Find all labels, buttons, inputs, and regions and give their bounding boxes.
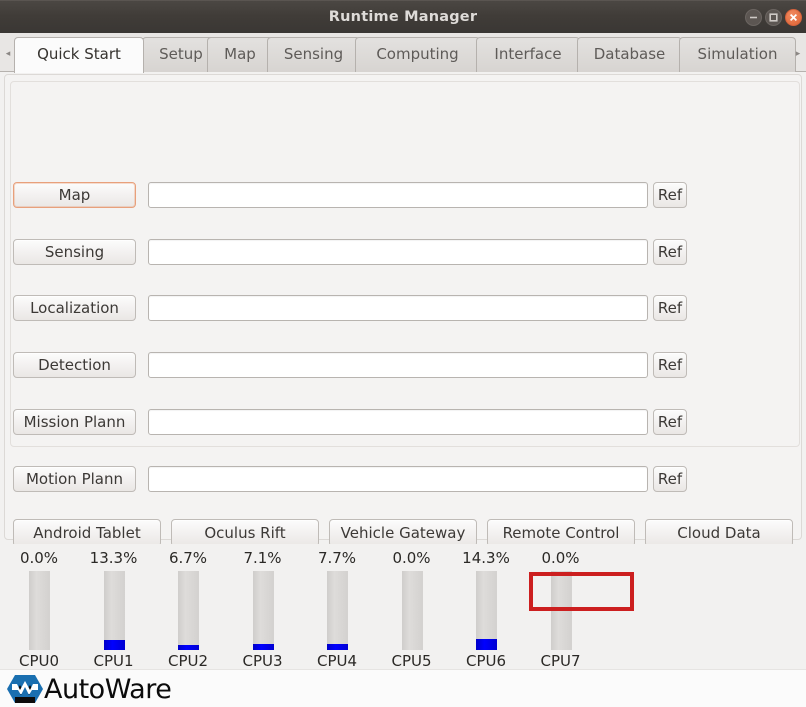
device-button-remote-control[interactable]: Remote Control	[487, 519, 635, 547]
autoware-logo-icon	[6, 673, 44, 707]
device-button-cloud-data[interactable]: Cloud Data	[645, 519, 793, 547]
autoware-logo-text: AutoWare	[44, 674, 172, 705]
tab-database[interactable]: Database	[577, 37, 682, 72]
tab-simulation[interactable]: Simulation	[679, 37, 796, 72]
cpu-percent-label: 6.7%	[168, 549, 208, 567]
tab-computing[interactable]: Computing	[355, 37, 480, 72]
module-button-localization[interactable]: Localization	[13, 295, 136, 321]
minimize-icon[interactable]	[745, 9, 762, 26]
cpu-bar-fill	[252, 644, 274, 650]
cpu-percent-label: 14.3%	[462, 549, 510, 567]
cpu-name-label: CPU1	[93, 652, 134, 670]
cpu-bar-track	[476, 571, 497, 650]
ref-button-motion-plann[interactable]: Ref	[653, 466, 687, 492]
footer-bar: AutoWare	[0, 669, 806, 707]
path-input-map[interactable]	[148, 182, 648, 208]
path-input-mission-plann[interactable]	[148, 409, 648, 435]
cpu-percent-label: 7.1%	[243, 549, 282, 567]
maximize-icon[interactable]	[765, 9, 782, 26]
cpu-bar-track	[252, 571, 274, 650]
close-icon[interactable]	[785, 9, 802, 26]
module-button-map[interactable]: Map	[13, 182, 136, 208]
module-button-motion-plann[interactable]: Motion Plann	[13, 466, 136, 492]
quick-start-panel: Map Ref Sensing Ref Localization Ref Detection…	[0, 72, 806, 707]
module-button-sensing[interactable]: Sensing	[13, 239, 136, 265]
path-input-localization[interactable]	[148, 295, 648, 321]
tab-sensing[interactable]: Sensing	[267, 37, 360, 72]
cpu-name-label: CPU2	[167, 652, 209, 670]
tab-scroll-right-icon[interactable]: ▸	[792, 37, 804, 72]
module-button-mission-plann[interactable]: Mission Plann	[13, 409, 136, 435]
cpu-percent-label: 0.0%	[19, 549, 59, 567]
path-input-sensing[interactable]	[148, 239, 648, 265]
runtime-manager-window: Runtime Manager ◂ Quick Start Setup Map Sen…	[0, 0, 806, 707]
device-button-oculus-rift[interactable]: Oculus Rift	[171, 519, 319, 547]
tab-map[interactable]: Map	[207, 37, 273, 72]
cpu-bar-track	[178, 571, 199, 650]
ref-button-localization[interactable]: Ref	[653, 295, 687, 321]
ref-button-detection[interactable]: Ref	[653, 352, 687, 378]
ref-button-map[interactable]: Ref	[653, 182, 687, 208]
tab-quick-start[interactable]: Quick Start	[14, 37, 144, 73]
ref-button-mission-plann[interactable]: Ref	[653, 409, 687, 435]
device-button-android-tablet[interactable]: Android Tablet	[13, 519, 161, 547]
tab-interface[interactable]: Interface	[476, 37, 580, 72]
cpu-name-label: CPU7	[540, 652, 581, 670]
cpu-percent-label: 0.0%	[392, 549, 431, 567]
cpu-bar-fill	[476, 638, 497, 650]
cpu-bar-track	[327, 571, 348, 650]
cpu-name-label: CPU5	[391, 652, 432, 670]
cpu-bar-track	[103, 571, 125, 650]
cpu-bar-fill	[178, 644, 199, 650]
cpu-name-label: CPU4	[316, 652, 358, 670]
cpu-bar-track	[401, 571, 423, 650]
cpu-percent-label: 0.0%	[541, 549, 580, 567]
cpu-percent-label: 7.7%	[317, 549, 357, 567]
ref-button-sensing[interactable]: Ref	[653, 239, 687, 265]
title-bar: Runtime Manager	[0, 0, 806, 33]
path-input-motion-plann[interactable]	[148, 466, 648, 492]
module-button-detection[interactable]: Detection	[13, 352, 136, 378]
cpu-name-label: CPU6	[465, 652, 507, 670]
cpu-bar-track	[550, 571, 572, 650]
device-button-vehicle-gateway[interactable]: Vehicle Gateway	[329, 519, 477, 547]
cpu-name-label: CPU0	[18, 652, 60, 670]
cpu-bar-fill	[327, 643, 348, 650]
cpu-percent-label: 13.3%	[89, 549, 138, 567]
tab-scroll-left-icon[interactable]: ◂	[2, 37, 14, 72]
cpu-name-label: CPU3	[242, 652, 283, 670]
cpu-bar-fill	[103, 639, 125, 650]
window-title: Runtime Manager	[328, 9, 478, 25]
cpu-bar-track	[29, 571, 50, 650]
path-input-detection[interactable]	[148, 352, 648, 378]
tab-bar: ◂ Quick Start Setup Map Sensing Computing Int…	[0, 33, 806, 73]
